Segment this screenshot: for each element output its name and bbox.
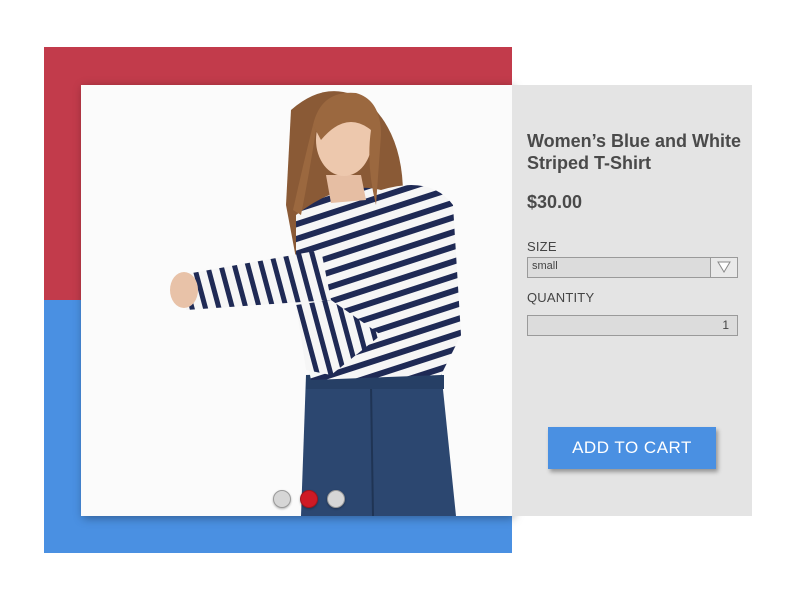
size-selected-value: small xyxy=(532,260,558,272)
chevron-down-icon xyxy=(717,261,731,273)
quantity-value: 1 xyxy=(722,318,729,332)
product-price: $30.00 xyxy=(527,192,583,212)
product-details-panel: Women’s Blue and White Striped T-Shirt $… xyxy=(512,85,752,516)
product-image-card xyxy=(81,85,512,516)
add-to-cart-button[interactable]: ADD TO CART xyxy=(548,427,716,469)
size-dropdown-toggle[interactable] xyxy=(710,258,737,277)
quantity-input[interactable]: 1 xyxy=(527,315,738,336)
product-photo xyxy=(81,85,512,516)
size-select[interactable]: small xyxy=(527,257,738,278)
product-title: Women’s Blue and White Striped T-Shirt xyxy=(527,131,742,173)
size-label: SIZE xyxy=(527,239,557,254)
carousel-dot-3[interactable] xyxy=(326,490,345,508)
carousel-dot-1[interactable] xyxy=(272,490,291,508)
quantity-label: QUANTITY xyxy=(527,290,595,305)
carousel-dot-2[interactable] xyxy=(299,490,318,508)
carousel-dots xyxy=(81,490,512,508)
